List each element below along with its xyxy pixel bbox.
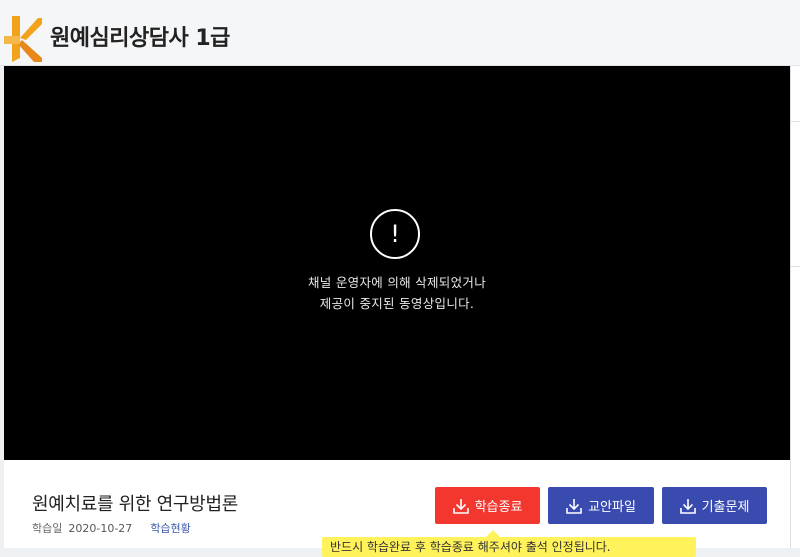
download-icon	[566, 498, 582, 514]
download-icon	[452, 498, 469, 514]
app-header: 원예심리상담사 1급	[0, 0, 800, 66]
past-exams-button[interactable]: 기출문제	[662, 487, 767, 524]
video-error-message: 채널 운영자에 의해 삭제되었거나 제공이 중지된 동영상입니다.	[197, 272, 597, 314]
k-logo-icon[interactable]	[4, 14, 42, 62]
video-error-line-1: 채널 운영자에 의해 삭제되었거나	[307, 275, 487, 290]
past-exams-label: 기출문제	[701, 500, 750, 515]
right-sidebar-edge	[790, 66, 800, 548]
finish-study-label: 학습종료	[474, 500, 523, 515]
sidebar-divider	[791, 121, 800, 122]
video-player[interactable]: ! 채널 운영자에 의해 삭제되었거나 제공이 중지된 동영상입니다.	[4, 66, 790, 460]
exclamation-circle-icon: !	[370, 209, 420, 259]
lecture-notes-button[interactable]: 교안파일	[548, 487, 654, 524]
tooltip-arrow	[486, 530, 500, 537]
video-error-line-2: 제공이 중지된 동영상입니다.	[319, 296, 475, 311]
attendance-tooltip: 반드시 학습완료 후 학습종료 해주셔야 출석 인정됩니다.	[322, 537, 696, 557]
download-icon	[679, 498, 696, 514]
lecture-panel: ! 채널 운영자에 의해 삭제되었거나 제공이 중지된 동영상입니다. 원예치료…	[4, 66, 790, 548]
sidebar-divider	[791, 266, 800, 267]
study-date-value: 2020-10-27	[68, 522, 133, 535]
app-title: 원예심리상담사 1급	[50, 26, 230, 51]
finish-study-button[interactable]: 학습종료	[435, 487, 540, 524]
study-date-label: 학습일	[32, 522, 63, 535]
lecture-notes-label: 교안파일	[588, 500, 636, 515]
lecture-title: 원예치료를 위한 연구방법론	[32, 494, 238, 515]
lecture-meta: 학습일 2020-10-27 학습현황	[32, 520, 191, 536]
study-status-link[interactable]: 학습현황	[150, 522, 190, 535]
